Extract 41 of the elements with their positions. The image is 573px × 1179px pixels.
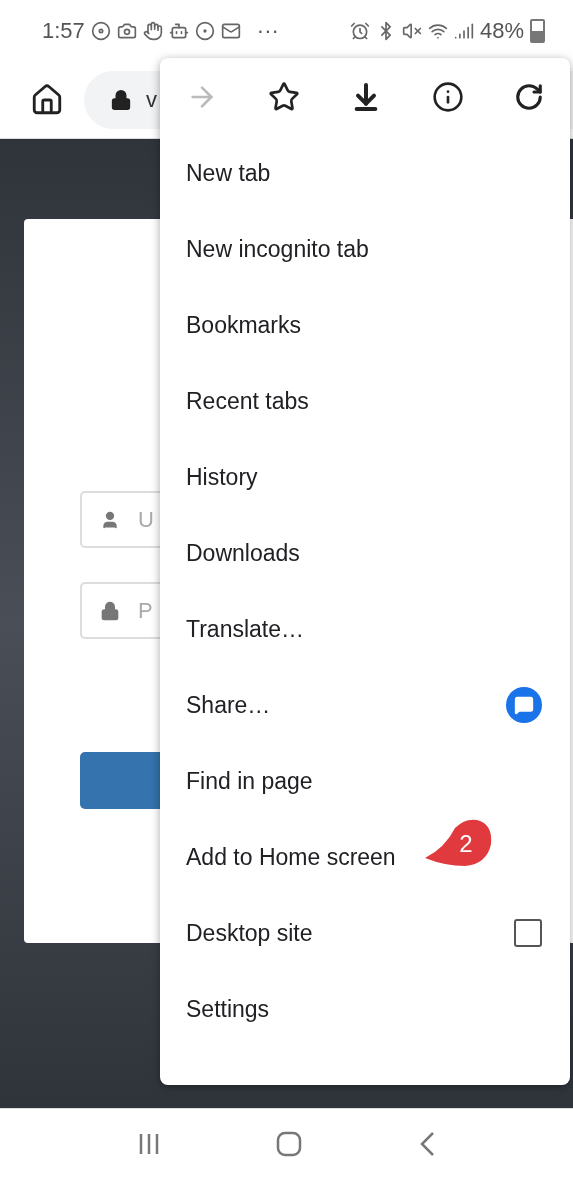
battery-icon	[530, 19, 545, 43]
notification-icon	[194, 21, 215, 41]
menu-item[interactable]: Desktop site	[186, 919, 313, 947]
checkbox[interactable]	[514, 919, 542, 947]
lock-icon	[100, 600, 120, 621]
placeholder-text: U	[138, 506, 154, 533]
robot-icon	[168, 21, 189, 41]
refresh-icon[interactable]	[514, 81, 544, 112]
camera-icon	[116, 21, 137, 41]
notification-icon	[90, 21, 111, 41]
back-icon[interactable]	[418, 1131, 435, 1157]
menu-item[interactable]: Recent tabs	[186, 387, 309, 415]
home-button-icon[interactable]	[276, 1131, 303, 1157]
menu-item[interactable]: Find in page	[186, 767, 313, 795]
url-text: v	[146, 87, 157, 113]
star-icon[interactable]	[268, 80, 300, 113]
user-icon	[100, 509, 120, 530]
signal-icon	[453, 21, 474, 41]
wifi-icon	[427, 21, 448, 41]
menu-item[interactable]: New incognito tab	[186, 235, 369, 263]
mute-icon	[401, 21, 422, 41]
placeholder-text: P	[138, 597, 153, 624]
menu-item[interactable]: Add to Home screen	[186, 843, 396, 871]
alarm-icon	[349, 21, 370, 41]
lock-icon	[110, 89, 132, 111]
menu-item[interactable]: Settings	[186, 995, 270, 1023]
home-icon[interactable]	[30, 83, 64, 117]
battery-percentage: 48%	[479, 18, 524, 44]
menu-item[interactable]: Share…	[186, 691, 271, 719]
menu-item[interactable]: History	[186, 463, 258, 491]
hand-icon	[142, 21, 163, 41]
info-icon[interactable]	[432, 80, 464, 113]
more-notifications: ···	[256, 18, 279, 44]
clock-time: 1:57	[42, 18, 85, 44]
recent-apps-icon[interactable]	[138, 1132, 161, 1156]
menu-item[interactable]: Translate…	[186, 615, 305, 643]
mail-icon	[220, 21, 241, 41]
message-icon[interactable]	[506, 687, 542, 723]
menu-item[interactable]: Bookmarks	[186, 311, 302, 339]
menu-item[interactable]: New tab	[186, 159, 271, 187]
menu-item[interactable]: Downloads	[186, 539, 300, 567]
